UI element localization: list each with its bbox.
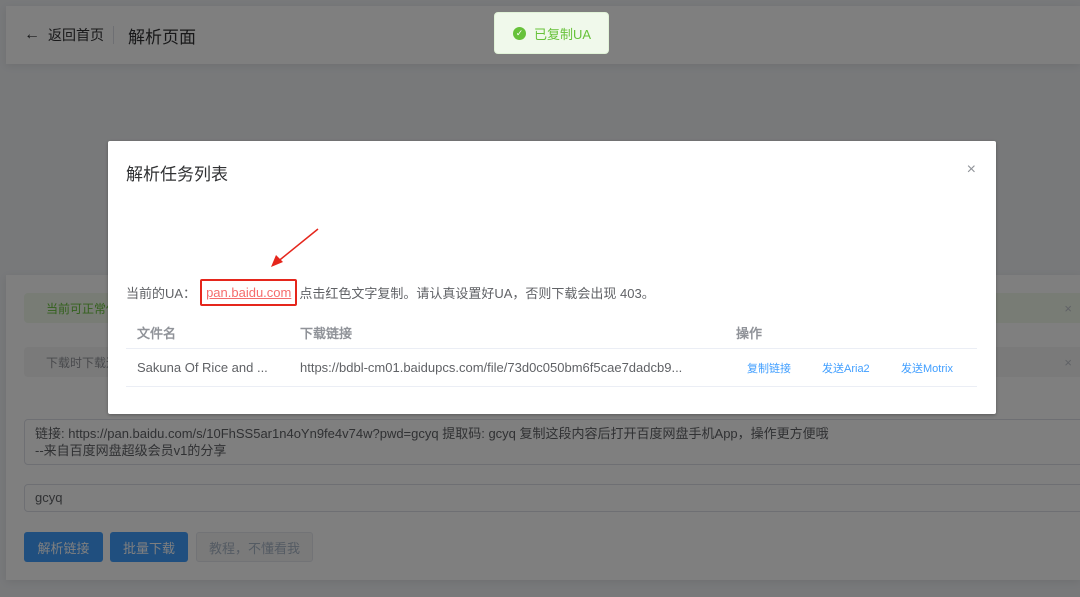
ua-prefix: 当前的UA：	[126, 286, 197, 301]
table-header: 文件名 下载链接 操作	[126, 319, 977, 349]
check-circle-icon: ✓	[513, 26, 526, 40]
send-motrix-button[interactable]: 发送Motrix	[901, 349, 953, 386]
copied-toast: ✓ 已复制UA	[494, 12, 609, 54]
column-header-filename: 文件名	[137, 326, 177, 341]
toast-text: 已复制UA	[534, 26, 592, 42]
column-header-actions: 操作	[736, 326, 763, 341]
copy-link-button[interactable]: 复制链接	[747, 349, 791, 386]
task-table: 文件名 下载链接 操作 Sakuna Of Rice and ... https…	[126, 319, 977, 387]
dialog-title: 解析任务列表	[126, 165, 228, 184]
filename-cell: Sakuna Of Rice and ...	[137, 360, 268, 375]
ua-suffix: 点击红色文字复制。请认真设置好UA，否则下载会出现 403。	[299, 286, 655, 301]
ua-copy-link[interactable]: pan.baidu.com	[206, 285, 291, 300]
ua-highlight-box: pan.baidu.com	[200, 279, 298, 306]
parse-task-dialog: 解析任务列表 × 当前的UA： pan.baidu.com 点击红色文字复制。请…	[108, 141, 996, 414]
annotation-arrow-icon	[271, 228, 319, 267]
download-url-cell: https://bdbl-cm01.baidupcs.com/file/73d0…	[300, 360, 683, 375]
column-header-download-link: 下载链接	[300, 326, 353, 341]
close-icon[interactable]: ×	[967, 161, 976, 179]
ua-line: 当前的UA： pan.baidu.com 点击红色文字复制。请认真设置好UA，否…	[126, 279, 655, 306]
send-aria2-button[interactable]: 发送Aria2	[822, 349, 870, 386]
table-row: Sakuna Of Rice and ... https://bdbl-cm01…	[126, 349, 977, 387]
